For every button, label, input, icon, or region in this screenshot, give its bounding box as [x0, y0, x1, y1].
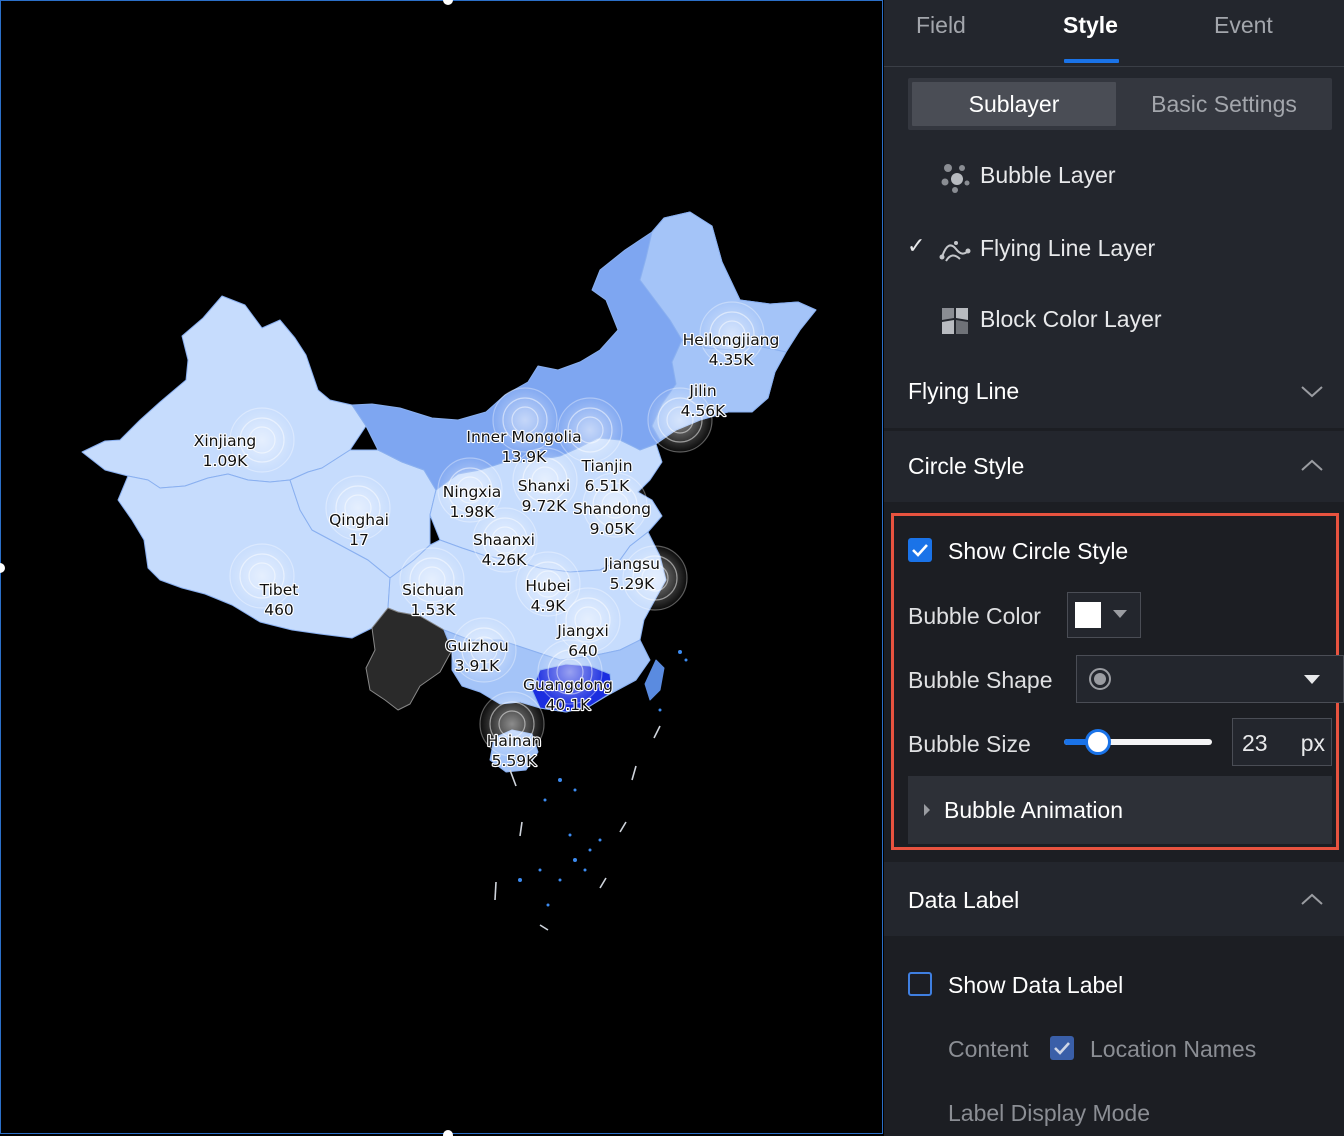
circle-dot-icon [1089, 668, 1111, 690]
layer-label-bubble: Bubble Layer [980, 162, 1116, 188]
section-title-circle-style: Circle Style [908, 453, 1025, 479]
province-name-tibet: Tibet [259, 581, 299, 599]
slider-thumb[interactable] [1085, 729, 1112, 755]
caret-down-icon [1304, 675, 1320, 684]
province-value-shanxi: 9.72K [522, 497, 568, 515]
bubble-size-value: 23 [1242, 730, 1268, 756]
block-color-icon [942, 308, 968, 334]
checkmark-icon [912, 544, 928, 557]
province-name-shaanxi: Shaanxi [473, 531, 535, 549]
checkmark-icon [1054, 1042, 1070, 1055]
map-canvas[interactable]: Heilongjiang 4.35K Jilin 4.56K Xinjiang 1.09K… [0, 0, 884, 1136]
section-title-flying-line: Flying Line [908, 378, 1020, 404]
province-value-hainan: 5.59K [492, 752, 538, 770]
province-name-guizhou: Guizhou [445, 637, 508, 655]
bubble-color-picker[interactable] [1067, 592, 1141, 638]
color-swatch [1075, 602, 1101, 628]
caret-down-icon [1113, 610, 1127, 618]
section-title-data-label: Data Label [908, 887, 1020, 913]
province-value-qinghai: 17 [349, 531, 369, 549]
flying-line-icon [939, 241, 971, 262]
tab-field[interactable]: Field [916, 12, 966, 39]
region-taiwan [644, 659, 665, 701]
layer-item-flying-line[interactable]: ✓ Flying Line Layer [884, 221, 1344, 277]
province-name-qinghai: Qinghai [329, 511, 389, 529]
province-name-jiangsu: Jiangsu [603, 555, 660, 573]
province-name-heilongjiang: Heilongjiang [683, 331, 780, 349]
bubble-animation-collapse[interactable]: Bubble Animation [908, 776, 1332, 844]
style-panel: Field Style Event Sublayer Basic Setting… [884, 0, 1344, 1136]
check-icon: ✓ [907, 233, 926, 258]
layer-label-flying-line: Flying Line Layer [980, 235, 1156, 261]
location-names-checkbox[interactable] [1050, 1036, 1074, 1060]
label-display-mode-label: Label Display Mode [948, 1100, 1151, 1126]
province-name-inner-mongolia: Inner Mongolia [466, 428, 581, 446]
province-name-xinjiang: Xinjiang [194, 432, 257, 450]
bubble-size-input[interactable]: 23 px [1232, 718, 1332, 766]
section-flying-line[interactable]: Flying Line [884, 356, 1344, 428]
province-value-xinjiang: 1.09K [203, 452, 249, 470]
segment-basic-settings[interactable]: Basic Settings [1120, 82, 1328, 126]
province-name-shanxi: Shanxi [518, 477, 570, 495]
chevron-up-icon [1301, 893, 1323, 905]
tab-style[interactable]: Style [1063, 12, 1118, 39]
active-tab-indicator [1064, 59, 1119, 63]
province-value-ningxia: 1.98K [450, 503, 496, 521]
bubble-size-unit: px [1300, 730, 1325, 756]
layer-label-block-color: Block Color Layer [980, 306, 1162, 332]
bubble-shape-label: Bubble Shape [908, 667, 1053, 693]
caret-right-icon [924, 804, 930, 816]
province-value-guizhou: 3.91K [455, 657, 501, 675]
province-name-hainan: Hainan [487, 732, 542, 750]
province-value-tianjin: 6.51K [585, 477, 631, 495]
province-name-hubei: Hubei [525, 577, 570, 595]
china-map[interactable]: Heilongjiang 4.35K Jilin 4.56K Xinjiang 1.09K… [0, 0, 884, 1136]
layer-item-bubble[interactable]: Bubble Layer [884, 148, 1344, 204]
bubble-size-slider[interactable] [1064, 729, 1212, 755]
chevron-down-icon [1301, 386, 1323, 398]
show-data-label-checkbox[interactable] [908, 972, 932, 996]
province-value-hubei: 4.9K [531, 597, 567, 615]
province-value-jiangxi: 640 [568, 642, 598, 660]
province-name-guangdong: Guangdong [523, 676, 613, 694]
province-name-ningxia: Ningxia [443, 483, 502, 501]
show-circle-style-checkbox[interactable] [908, 538, 932, 562]
panel-tabs: Field Style Event [884, 0, 1344, 67]
chevron-up-icon [1301, 459, 1323, 471]
section-data-label[interactable]: Data Label [884, 865, 1344, 937]
province-value-jiangsu: 5.29K [610, 575, 656, 593]
province-value-tibet: 460 [264, 601, 294, 619]
province-name-tianjin: Tianjin [580, 457, 632, 475]
show-data-label-label: Show Data Label [948, 972, 1124, 998]
bubble-layer-icon [941, 164, 970, 193]
section-circle-style[interactable]: Circle Style [884, 431, 1344, 503]
content-label: Content [948, 1036, 1029, 1062]
segment-sublayer[interactable]: Sublayer [912, 82, 1116, 126]
bubble-color-label: Bubble Color [908, 603, 1041, 629]
bubble-shape-select[interactable] [1076, 655, 1344, 703]
province-name-jiangxi: Jiangxi [556, 622, 609, 640]
sublayer-segmented-control: Sublayer Basic Settings [908, 78, 1332, 130]
province-value-guangdong: 40.1K [546, 696, 592, 714]
province-value-sichuan: 1.53K [411, 601, 457, 619]
province-value-heilongjiang: 4.35K [709, 351, 755, 369]
bubble-animation-label: Bubble Animation [944, 797, 1124, 823]
location-names-label: Location Names [1090, 1036, 1257, 1062]
province-name-sichuan: Sichuan [402, 581, 464, 599]
layer-item-block-color[interactable]: Block Color Layer [884, 292, 1344, 348]
province-value-jilin: 4.56K [681, 402, 727, 420]
province-value-shandong: 9.05K [590, 520, 636, 538]
bubble-size-label: Bubble Size [908, 731, 1031, 757]
tab-event[interactable]: Event [1214, 12, 1273, 39]
province-name-shandong: Shandong [573, 500, 651, 518]
province-name-jilin: Jilin [688, 382, 716, 400]
show-circle-style-label: Show Circle Style [948, 538, 1129, 564]
province-value-shaanxi: 4.26K [482, 551, 528, 569]
province-value-inner-mongolia: 13.9K [502, 448, 548, 466]
